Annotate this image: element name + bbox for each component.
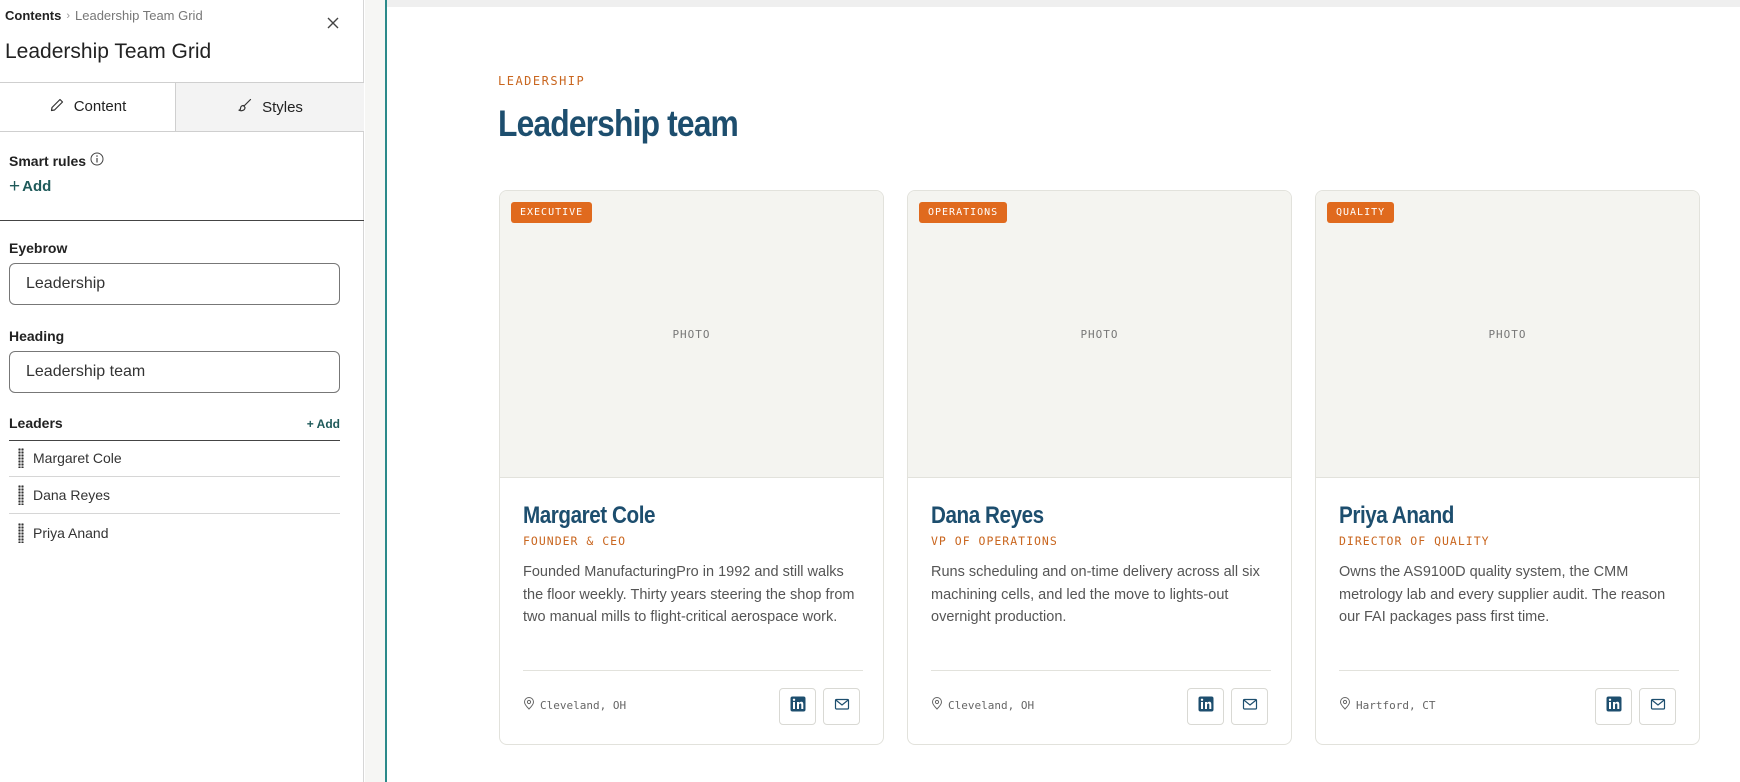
- linkedin-icon: [1606, 696, 1622, 717]
- category-badge: QUALITY: [1327, 202, 1395, 223]
- info-icon[interactable]: [90, 152, 104, 169]
- leader-card-bio: Owns the AS9100D quality system, the CMM…: [1339, 564, 1666, 625]
- breadcrumb-current: Leadership Team Grid: [75, 8, 203, 23]
- leader-card-role: VP OF OPERATIONS: [931, 534, 1058, 548]
- linkedin-button[interactable]: [779, 688, 816, 725]
- map-pin-icon: [1339, 697, 1351, 713]
- photo-placeholder-text: PHOTO: [1488, 327, 1527, 341]
- leader-list-item[interactable]: Priya Anand: [9, 514, 340, 551]
- category-badge: EXECUTIVE: [511, 202, 593, 223]
- leader-list-item[interactable]: Margaret Cole: [9, 440, 340, 477]
- smart-rules-add-label: Add: [22, 178, 52, 195]
- section-heading: Leadership team: [498, 103, 739, 144]
- map-pin-icon: [931, 697, 943, 713]
- drag-handle-icon[interactable]: [18, 522, 24, 543]
- leader-card-location: Cleveland, OH: [523, 697, 626, 713]
- leader-card-location: Hartford, CT: [1339, 697, 1435, 713]
- mail-icon: [1650, 696, 1666, 717]
- tab-styles[interactable]: Styles: [175, 83, 364, 131]
- photo-placeholder-text: PHOTO: [672, 327, 711, 341]
- leader-card-name: Margaret Cole: [523, 502, 656, 529]
- linkedin-button[interactable]: [1187, 688, 1224, 725]
- breadcrumb: Contents › Leadership Team Grid: [5, 8, 203, 23]
- leader-name: Margaret Cole: [33, 450, 122, 466]
- photo-placeholder: PHOTO: [1316, 191, 1699, 478]
- editor-panel: Contents › Leadership Team Grid Leadersh…: [0, 0, 364, 782]
- leader-card-name: Priya Anand: [1339, 502, 1454, 529]
- leader-name: Dana Reyes: [33, 487, 111, 503]
- brush-icon: [237, 97, 253, 117]
- location-text: Hartford, CT: [1356, 698, 1436, 712]
- pencil-icon: [49, 97, 65, 117]
- email-button[interactable]: [823, 688, 860, 725]
- leader-card: PHOTO EXECUTIVE Margaret Cole FOUNDER & …: [499, 190, 884, 745]
- panel-title: Leadership Team Grid: [5, 40, 212, 63]
- card-divider: [523, 670, 863, 671]
- close-icon[interactable]: [324, 14, 342, 32]
- preview-canvas: Leadership Leadership team PHOTO EXECUTI…: [365, 0, 1740, 782]
- leaders-label: Leaders: [9, 415, 63, 431]
- add-leader-button[interactable]: + Add: [307, 417, 340, 431]
- leader-list-item[interactable]: Dana Reyes: [9, 477, 340, 514]
- card-divider: [1339, 670, 1679, 671]
- leader-name: Priya Anand: [33, 524, 109, 541]
- smart-rules-label: Smart rules: [9, 152, 104, 169]
- panel-tabs: Content Styles: [0, 82, 364, 132]
- preview-frame: Leadership Leadership team PHOTO EXECUTI…: [385, 0, 1740, 782]
- leader-card: PHOTO OPERATIONS Dana Reyes VP OF OPERAT…: [907, 190, 1292, 745]
- linkedin-icon: [1198, 696, 1214, 717]
- photo-placeholder: PHOTO: [908, 191, 1291, 478]
- eyebrow-label: Eyebrow: [9, 240, 68, 256]
- breadcrumb-separator: ›: [66, 9, 71, 22]
- heading-label: Heading: [9, 328, 65, 344]
- breadcrumb-root[interactable]: Contents: [5, 8, 61, 23]
- photo-placeholder-text: PHOTO: [1080, 327, 1119, 341]
- category-badge: OPERATIONS: [919, 202, 1008, 223]
- leaders-header: Leaders + Add: [9, 415, 340, 441]
- leader-card-bio: Runs scheduling and on-time delivery acr…: [931, 564, 1260, 625]
- card-divider: [931, 670, 1271, 671]
- map-pin-icon: [523, 697, 535, 713]
- tab-content[interactable]: Content: [0, 83, 175, 131]
- mail-icon: [834, 696, 850, 717]
- mail-icon: [1242, 696, 1258, 717]
- email-button[interactable]: [1639, 688, 1676, 725]
- smart-rules-add-button[interactable]: + Add: [9, 175, 52, 197]
- email-button[interactable]: [1231, 688, 1268, 725]
- tab-styles-label: Styles: [262, 98, 303, 116]
- location-text: Cleveland, OH: [540, 698, 627, 712]
- plus-icon: +: [9, 175, 21, 197]
- location-text: Cleveland, OH: [948, 698, 1035, 712]
- drag-handle-icon[interactable]: [18, 485, 24, 505]
- leader-card-bio: Founded ManufacturingPro in 1992 and sti…: [523, 564, 855, 625]
- linkedin-button[interactable]: [1595, 688, 1632, 725]
- photo-placeholder: PHOTO: [500, 191, 883, 478]
- smart-rules-text: Smart rules: [9, 152, 87, 169]
- drag-handle-icon[interactable]: [18, 448, 24, 468]
- eyebrow-input[interactable]: [9, 263, 340, 305]
- tab-content-label: Content: [73, 98, 127, 115]
- section-eyebrow: Leadership: [498, 74, 586, 88]
- heading-input[interactable]: [9, 351, 340, 393]
- preview-top-strip: [387, 0, 1740, 7]
- leader-card-role: FOUNDER & CEO: [523, 534, 627, 548]
- section-divider: [0, 220, 364, 221]
- leader-card-role: DIRECTOR OF QUALITY: [1339, 534, 1490, 548]
- leader-card-name: Dana Reyes: [931, 502, 1044, 529]
- leader-card-location: Cleveland, OH: [931, 697, 1034, 713]
- leader-card: PHOTO QUALITY Priya Anand DIRECTOR OF QU…: [1315, 190, 1700, 745]
- linkedin-icon: [790, 696, 806, 717]
